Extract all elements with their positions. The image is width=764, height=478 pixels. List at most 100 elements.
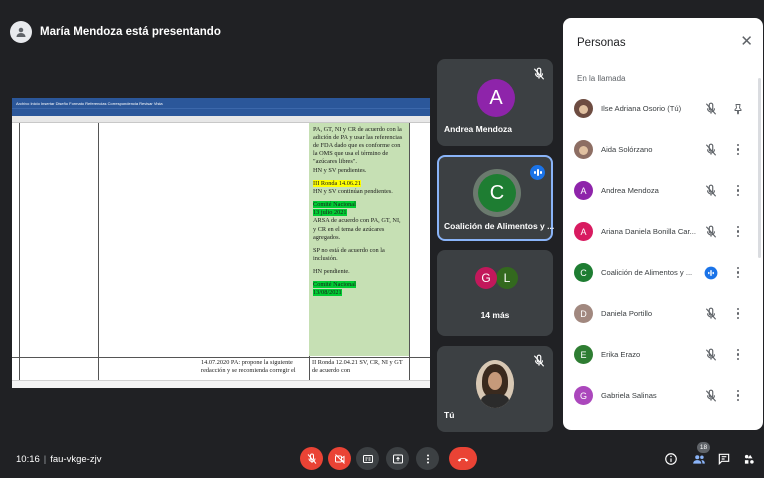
participant-avatar: C <box>478 174 516 212</box>
green-cell: PA, GT, NI y CR de acuerdo con la adició… <box>309 123 409 356</box>
hangup-icon <box>457 457 469 462</box>
participant-row[interactable]: Ilse Adriana Osorio (Tú) <box>563 88 763 129</box>
participant-name: Andrea Mendoza <box>601 186 659 195</box>
mic-off-icon[interactable] <box>704 102 718 116</box>
presenter-label: María Mendoza está presentando <box>40 26 221 38</box>
participant-row[interactable]: E Erika Erazo <box>563 334 763 375</box>
doc-paragraph: HN pendiente. <box>313 267 350 275</box>
mic-off-icon[interactable] <box>704 184 718 198</box>
more-count: 14 más <box>480 310 510 320</box>
present-icon <box>392 454 403 463</box>
doc-paragraph: PA, GT, NI y CR de acuerdo con la adició… <box>313 126 403 166</box>
speaking-icon <box>530 165 545 180</box>
captions-button[interactable] <box>356 447 379 470</box>
word-menu: Archivo Inicio Insertar Diseño Formato R… <box>16 100 163 106</box>
mic-toggle-button[interactable] <box>300 447 323 470</box>
doc-paragraph: HN y SV pendientes. <box>313 167 367 175</box>
close-icon[interactable]: ✕ <box>740 32 753 50</box>
participant-row[interactable]: G Gabriela Salinas <box>563 375 763 416</box>
self-video <box>476 360 514 408</box>
mic-off-icon[interactable] <box>704 389 718 403</box>
participant-row[interactable]: D Daniela Portillo <box>563 293 763 334</box>
document-page: PA, GT, NI y CR de acuerdo con la adició… <box>12 123 430 380</box>
mic-off-icon[interactable] <box>704 307 718 321</box>
more-options-button[interactable] <box>416 447 439 470</box>
meeting-time: 10:16 <box>16 454 40 465</box>
participant-name: Aida Solórzano <box>601 145 653 154</box>
chat-icon[interactable] <box>717 452 731 466</box>
activities-icon[interactable] <box>742 452 756 466</box>
more-vert-icon[interactable] <box>733 348 743 362</box>
participant-name: Andrea Mendoza <box>444 124 513 134</box>
self-tile[interactable]: Tú <box>437 346 553 432</box>
participant-name: Daniela Portillo <box>601 309 653 318</box>
pin-icon[interactable] <box>732 102 744 116</box>
more-vert-icon[interactable] <box>733 389 743 403</box>
doc-paragraph: 14.07.2020 PA: propone la siguiente reda… <box>201 359 296 375</box>
participant-photo <box>574 99 593 118</box>
word-ribbon <box>12 108 430 116</box>
participant-row[interactable]: A Ariana Daniela Bonilla Car... <box>563 211 763 252</box>
more-participants-tile[interactable]: G L 14 más <box>437 250 553 336</box>
speaking-icon[interactable] <box>704 266 718 280</box>
bottom-toolbar: 10:16 | fau-vkge-zjv 18 <box>0 440 764 478</box>
people-panel: Personas ✕ En la llamada Ilse Adriana Os… <box>563 18 763 430</box>
participant-name: Coalición de Alimentos y ... <box>601 268 693 277</box>
more-vert-icon[interactable] <box>733 143 743 157</box>
participant-avatar: L <box>495 266 519 290</box>
doc-highlight: Comité Nacional <box>313 201 356 209</box>
mic-off-icon[interactable] <box>704 225 718 239</box>
participant-name: Erika Erazo <box>601 350 641 359</box>
camera-off-icon <box>334 453 345 464</box>
mic-off-icon <box>533 354 545 367</box>
participant-avatar: A <box>574 222 593 241</box>
presenter-icon <box>10 21 32 43</box>
more-vert-icon[interactable] <box>733 184 743 198</box>
participant-row[interactable]: A Andrea Mendoza <box>563 170 763 211</box>
participant-tile[interactable]: C Coalición de Alimentos y ... <box>437 155 555 241</box>
end-call-button[interactable] <box>449 447 477 470</box>
doc-paragraph: II Ronda 12.04.21 SV, CR, NI y GT de acu… <box>312 359 403 375</box>
doc-highlight: 13/08/2021 <box>313 288 342 296</box>
more-vert-icon[interactable] <box>733 225 743 239</box>
participant-avatar: D <box>574 304 593 323</box>
mic-off-icon <box>307 453 316 464</box>
participant-row[interactable]: Aida Solórzano <box>563 129 763 170</box>
participant-avatar: G <box>475 267 497 289</box>
word-ruler <box>12 116 430 123</box>
participant-row[interactable]: C Coalición de Alimentos y ... <box>563 252 763 293</box>
participant-photo <box>574 140 593 159</box>
participant-avatar: G <box>574 386 593 405</box>
word-titlebar: Archivo Inicio Insertar Diseño Formato R… <box>12 98 430 108</box>
meeting-code: fau-vkge-zjv <box>50 454 102 465</box>
mic-off-icon[interactable] <box>704 143 718 157</box>
doc-paragraph: SP no está de acuerdo con la inclusión. <box>313 246 385 262</box>
participant-name: Gabriela Salinas <box>601 391 657 400</box>
more-vert-icon[interactable] <box>733 266 743 280</box>
shared-screen[interactable]: Archivo Inicio Insertar Diseño Formato R… <box>12 98 430 388</box>
more-vert-icon[interactable] <box>733 307 743 321</box>
people-icon[interactable] <box>692 452 706 466</box>
info-icon[interactable] <box>664 452 678 466</box>
participant-avatar: C <box>574 263 593 282</box>
camera-toggle-button[interactable] <box>328 447 351 470</box>
participant-avatar: A <box>477 79 515 117</box>
word-statusbar <box>12 380 430 388</box>
doc-highlight: 13 julio 2021 <box>313 209 347 217</box>
participant-tile[interactable]: A Andrea Mendoza <box>437 59 553 146</box>
participant-name: Coalición de Alimentos y ... <box>444 221 555 231</box>
presenter-bar: María Mendoza está presentando <box>10 18 221 46</box>
doc-paragraph: HN y SV continúan pendientes. <box>313 188 393 196</box>
doc-highlight: III Ronda 14.06.21 <box>313 180 361 188</box>
participant-avatar: A <box>574 181 593 200</box>
participant-name: Ilse Adriana Osorio (Tú) <box>601 104 682 113</box>
meeting-info: 10:16 | fau-vkge-zjv <box>16 454 102 465</box>
participant-name: Ariana Daniela Bonilla Car... <box>601 227 696 236</box>
doc-paragraph: ARSA de acuerdo con PA, GT, NI, y CR en … <box>313 217 401 241</box>
captions-icon <box>362 454 373 463</box>
present-button[interactable] <box>386 447 409 470</box>
mic-off-icon <box>533 67 545 80</box>
mic-off-icon[interactable] <box>704 348 718 362</box>
section-label: En la llamada <box>577 74 626 83</box>
participant-avatar: E <box>574 345 593 364</box>
